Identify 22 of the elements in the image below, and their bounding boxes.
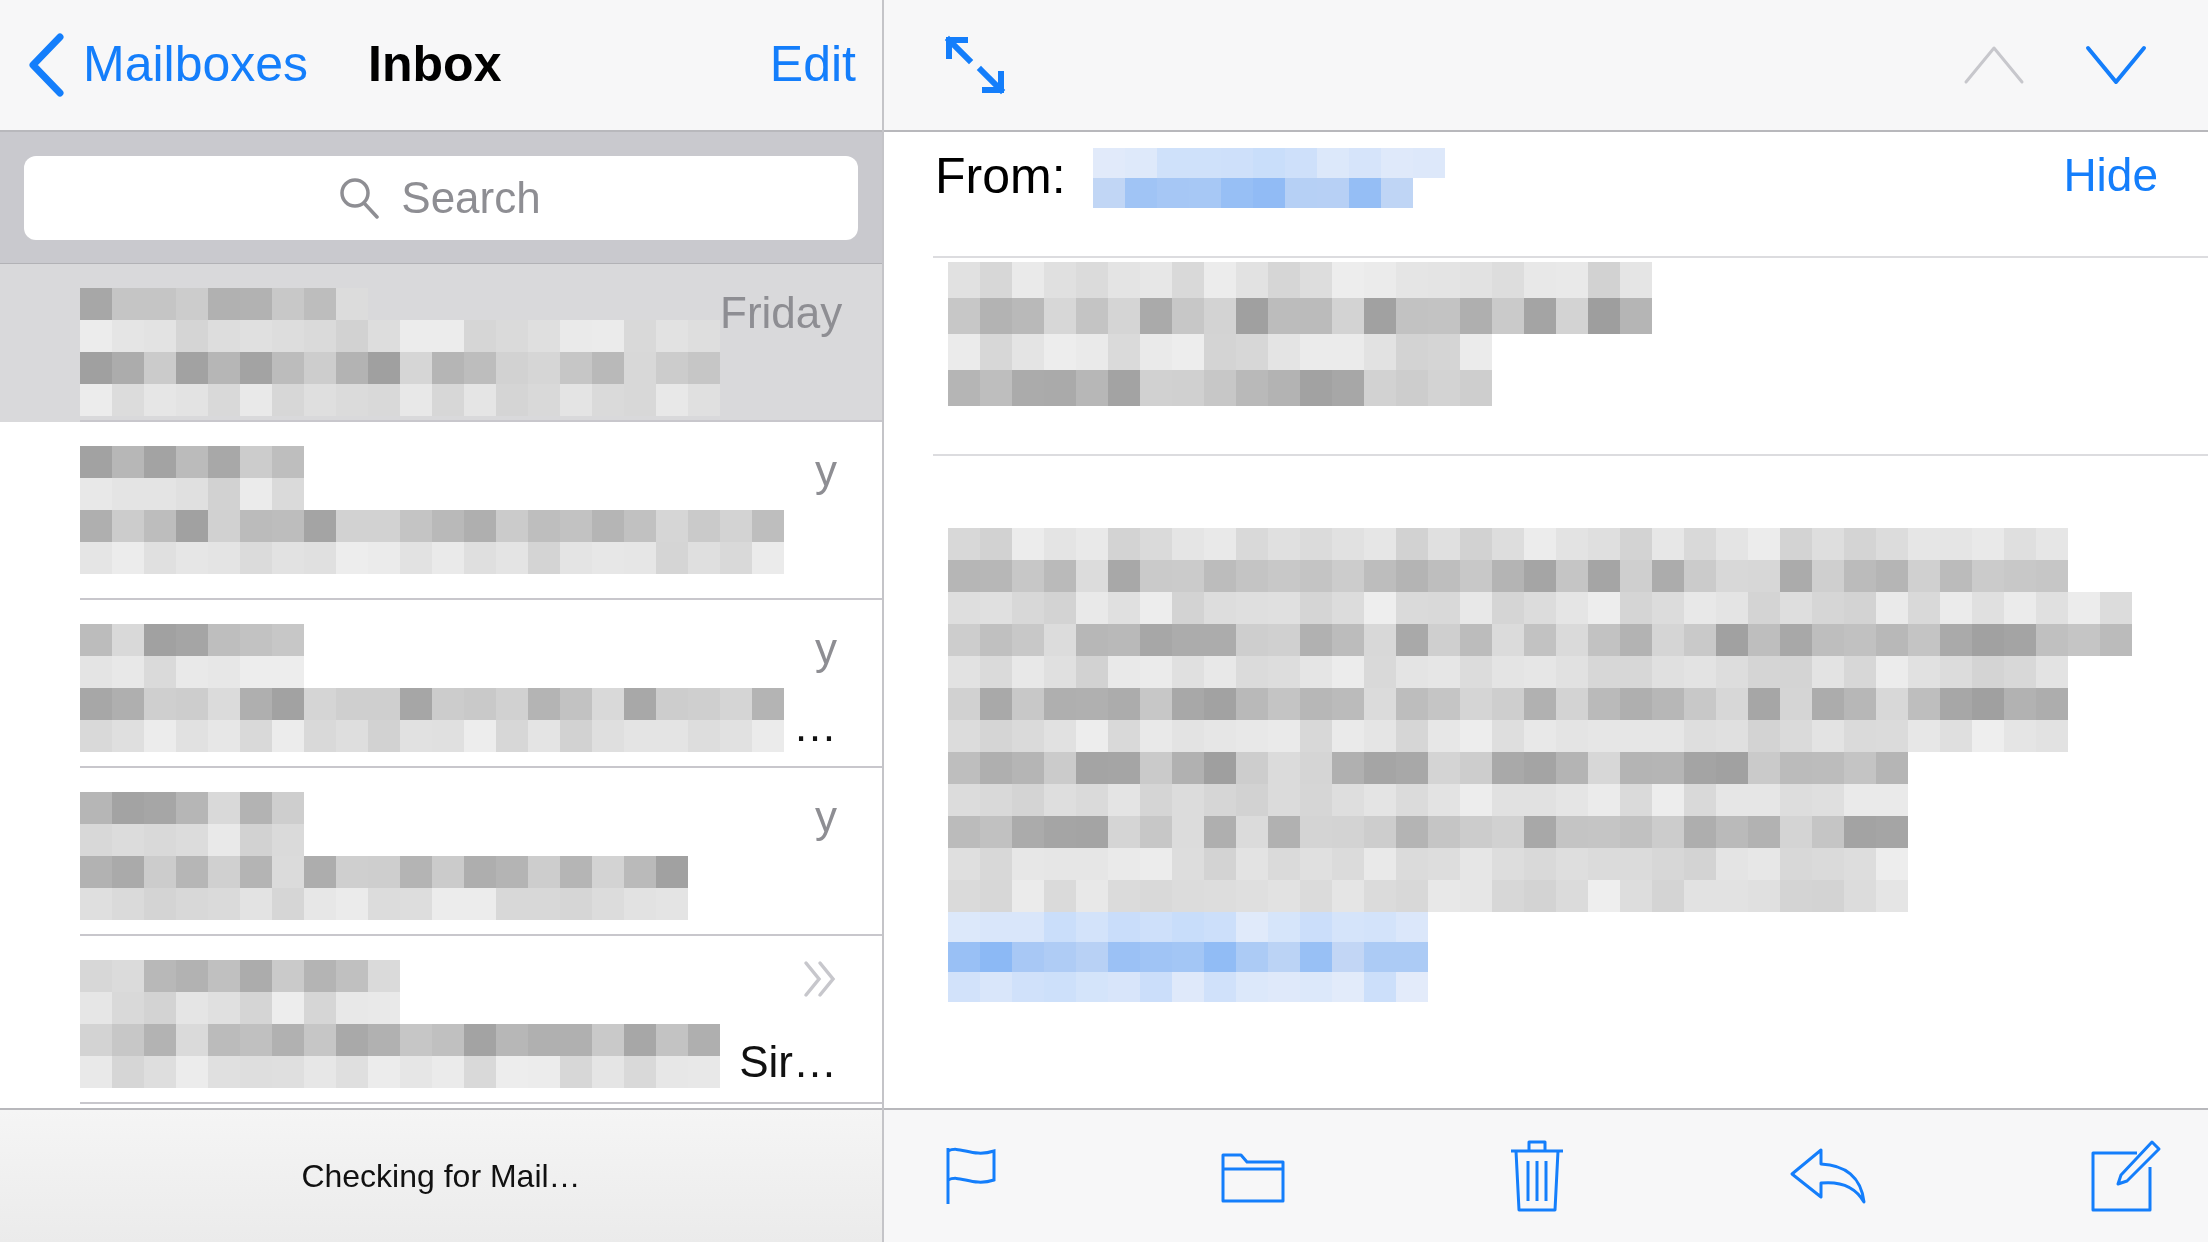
- hide-link[interactable]: Hide: [2063, 148, 2158, 204]
- chevron-down-icon[interactable]: [2085, 45, 2147, 85]
- curved-arrow-icon[interactable]: [1789, 1147, 1867, 1205]
- preview-text: …: [793, 701, 837, 752]
- edit-button[interactable]: Edit: [769, 36, 856, 94]
- message-row[interactable]: Friday: [0, 264, 882, 422]
- diagonal-arrows-icon[interactable]: [943, 34, 1007, 96]
- message-date: Friday: [720, 288, 843, 339]
- nav-title: Inbox: [368, 36, 502, 94]
- flag-icon[interactable]: [945, 1146, 997, 1206]
- chevron-left-icon: [28, 33, 64, 97]
- search-icon: [339, 177, 379, 219]
- message-date: y: [815, 792, 837, 843]
- status-text: Checking for Mail…: [301, 1157, 581, 1195]
- message-date: y: [815, 624, 837, 675]
- trash-can-icon[interactable]: [1509, 1139, 1565, 1213]
- preview-text: Sir…: [739, 1037, 837, 1088]
- from-label: From:: [935, 148, 1066, 206]
- back-button[interactable]: Mailboxes: [28, 33, 309, 97]
- search-field[interactable]: Search: [24, 156, 858, 240]
- pencil-square-icon[interactable]: [2091, 1140, 2161, 1212]
- message-date: y: [815, 446, 837, 497]
